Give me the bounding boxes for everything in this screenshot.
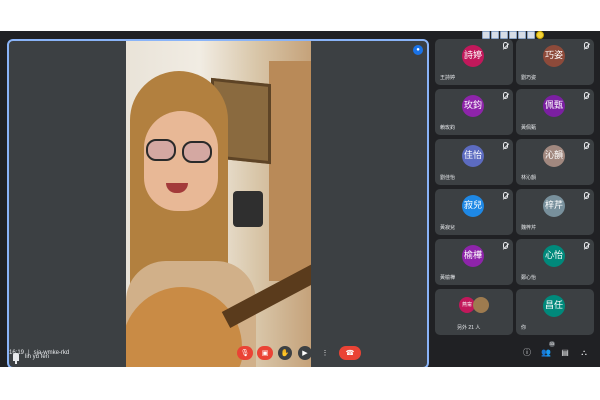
- participant-tile[interactable]: 寂兒 黃寂兒: [435, 189, 513, 235]
- avatar: 詩婷: [462, 45, 484, 67]
- chat-icon: ▤: [561, 348, 569, 357]
- info-icon: ⓘ: [523, 348, 531, 357]
- video-background-door: [269, 61, 311, 281]
- leave-call-button[interactable]: ☎: [339, 346, 361, 360]
- meeting-info: 16:19 | sja-wmke-rkd: [9, 350, 69, 356]
- participant-name: 賴玫鈞: [440, 125, 456, 131]
- avatar: 沁韻: [543, 145, 565, 167]
- extension-icon[interactable]: [491, 31, 499, 39]
- speaker-glasses: [146, 139, 176, 161]
- mic-off-icon: [584, 92, 589, 99]
- avatar: 巧姿: [543, 45, 565, 67]
- avatar: 佳怡: [462, 145, 484, 167]
- present-button[interactable]: ▶: [298, 346, 312, 360]
- avatar: [473, 297, 489, 313]
- extension-icon[interactable]: [500, 31, 508, 39]
- present-icon: ▶: [302, 350, 308, 357]
- participant-tile[interactable]: 榆樺 黃榆樺: [435, 239, 513, 285]
- phone-hangup-icon: ☎: [345, 350, 355, 357]
- chat-button[interactable]: ▤: [559, 347, 571, 359]
- main-speaker-tile[interactable]: ● lin yu fen: [7, 39, 429, 367]
- people-count-badge: 33: [548, 341, 555, 347]
- extension-icon[interactable]: [527, 31, 535, 39]
- more-participants-tile[interactable]: 燕甯 另外 21 人: [435, 289, 513, 335]
- participant-tile[interactable]: 心怡 鄭心怡: [516, 239, 594, 285]
- avatar: 佩甄: [543, 95, 565, 117]
- participant-name: 王詩婷: [440, 75, 456, 81]
- more-vert-icon: ⋮: [321, 350, 329, 357]
- meeting-details-button[interactable]: ⓘ: [521, 347, 533, 359]
- extension-icon[interactable]: [536, 31, 544, 39]
- participant-tile[interactable]: 梓芹 魏梓芹: [516, 189, 594, 235]
- mic-off-icon: [503, 92, 508, 99]
- meeting-code: sja-wmke-rkd: [33, 350, 70, 356]
- participant-name: 劉巧姿: [521, 75, 537, 81]
- avatar: 昌任: [543, 295, 565, 317]
- mic-off-icon: [503, 192, 508, 199]
- hand-icon: ✋: [280, 350, 290, 357]
- participant-name: 魏梓芹: [521, 225, 537, 231]
- participant-tile[interactable]: 玫鈞 賴玫鈞: [435, 89, 513, 135]
- extension-icon[interactable]: [518, 31, 526, 39]
- participant-name: 黃佩甄: [521, 125, 537, 131]
- participant-name: 黃寂兒: [440, 225, 456, 231]
- mic-off-icon: [503, 242, 508, 249]
- camera-off-icon: ▣: [261, 350, 269, 357]
- control-bar: 16:19 | sja-wmke-rkd 🎙 ▣ ✋ ▶ ⋮ ☎ ⓘ 👥 33: [0, 340, 600, 367]
- self-name: 你: [521, 325, 527, 331]
- more-participants-label: 另外 21 人: [457, 325, 481, 331]
- people-button[interactable]: 👥 33: [540, 341, 555, 359]
- mic-off-icon: [584, 42, 589, 49]
- avatar: 玫鈞: [462, 95, 484, 117]
- mic-toggle-button[interactable]: 🎙: [237, 346, 253, 360]
- activities-icon: ⛬: [581, 348, 587, 357]
- avatar: 寂兒: [462, 195, 484, 217]
- speaking-icon: ●: [413, 45, 423, 55]
- avatar: 榆樺: [462, 245, 484, 267]
- mic-off-icon: 🎙: [240, 350, 250, 357]
- extension-icon[interactable]: [509, 31, 517, 39]
- camera-toggle-button[interactable]: ▣: [257, 346, 273, 360]
- clock: 16:19: [9, 350, 25, 356]
- mic-off-icon: [584, 142, 589, 149]
- raise-hand-button[interactable]: ✋: [278, 346, 292, 360]
- mic-off-icon: [503, 142, 508, 149]
- participant-name: 劉佳怡: [440, 175, 456, 181]
- mic-off-icon: [584, 192, 589, 199]
- more-options-button[interactable]: ⋮: [318, 346, 332, 360]
- participant-name: 林沁韻: [521, 175, 537, 181]
- speaker-glasses: [182, 141, 212, 163]
- mic-off-icon: [503, 42, 508, 49]
- participant-name: 鄭心怡: [521, 275, 537, 281]
- avatar: 心怡: [543, 245, 565, 267]
- people-icon: 👥: [541, 348, 551, 357]
- mic-off-icon: [584, 242, 589, 249]
- self-tile[interactable]: 昌任 你: [516, 289, 594, 335]
- extension-icon[interactable]: [482, 31, 490, 39]
- speaker-video: [126, 41, 311, 367]
- meet-window: ● lin yu fen 詩婷 王詩婷 巧姿 劉巧姿 玫鈞 賴玫鈞 佩甄 黃佩甄…: [0, 31, 600, 367]
- participant-tile[interactable]: 佩甄 黃佩甄: [516, 89, 594, 135]
- participant-tile[interactable]: 沁韻 林沁韻: [516, 139, 594, 185]
- separator: |: [28, 350, 30, 356]
- participant-tile[interactable]: 詩婷 王詩婷: [435, 39, 513, 85]
- participant-tile[interactable]: 佳怡 劉佳怡: [435, 139, 513, 185]
- participant-tile[interactable]: 巧姿 劉巧姿: [516, 39, 594, 85]
- video-background-lamp: [233, 191, 263, 227]
- participant-name: 黃榆樺: [440, 275, 456, 281]
- avatar: 梓芹: [543, 195, 565, 217]
- activities-button[interactable]: ⛬: [578, 347, 590, 359]
